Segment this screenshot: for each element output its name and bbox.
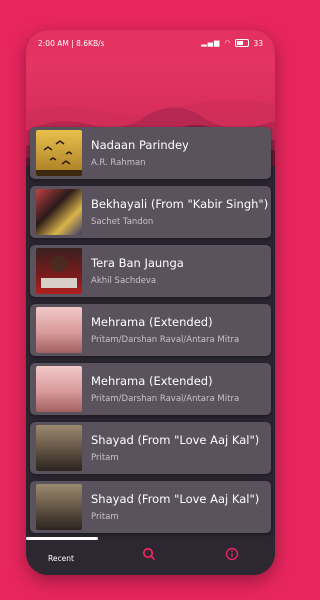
song-artist: Akhil Sachdeva bbox=[91, 276, 157, 286]
tab-recent[interactable]: Recent bbox=[48, 554, 74, 563]
song-title: Shayad (From "Love Aaj Kal") bbox=[91, 492, 260, 506]
info-icon[interactable] bbox=[225, 547, 239, 561]
status-bar: 2:00 AM | 8.6KB/s ▂▄▆ ◠ 33 bbox=[26, 30, 275, 56]
song-artist: Pritam/Darshan Raval/Antara Mitra bbox=[91, 394, 240, 404]
kabir-singh-art bbox=[41, 256, 77, 288]
album-art bbox=[36, 307, 82, 353]
song-title: Mehrama (Extended) bbox=[91, 374, 213, 388]
bottom-nav: Recent bbox=[26, 537, 275, 575]
song-card-6[interactable]: Shayad (From "Love Aaj Kal") Pritam bbox=[30, 422, 271, 474]
song-card-7[interactable]: Shayad (From "Love Aaj Kal") Pritam bbox=[30, 481, 271, 533]
song-list: Nadaan Parindey A.R. Rahman Bekhayali (F… bbox=[26, 125, 275, 565]
album-art bbox=[36, 189, 82, 235]
song-card-1[interactable]: Nadaan Parindey A.R. Rahman bbox=[30, 127, 271, 179]
battery-percent: 33 bbox=[253, 38, 263, 48]
song-title: Tera Ban Jaunga bbox=[91, 256, 184, 270]
status-time: 2:00 AM | 8.6KB/s bbox=[38, 38, 105, 48]
signal-icon: ▂▄▆ bbox=[201, 39, 221, 47]
song-artist: Pritam bbox=[91, 512, 119, 522]
song-card-3[interactable]: Tera Ban Jaunga Akhil Sachdeva bbox=[30, 245, 271, 297]
song-card-2[interactable]: Bekhayali (From "Kabir Singh") Sachet Ta… bbox=[30, 186, 271, 238]
song-card-4[interactable]: Mehrama (Extended) Pritam/Darshan Raval/… bbox=[30, 304, 271, 356]
album-art bbox=[36, 248, 82, 294]
song-title: Nadaan Parindey bbox=[91, 138, 189, 152]
tab-indicator bbox=[26, 537, 98, 540]
battery-icon bbox=[235, 39, 250, 47]
phone-screen: 2:00 AM | 8.6KB/s ▂▄▆ ◠ 33 Nadaan Parind… bbox=[26, 30, 275, 575]
album-art bbox=[36, 425, 82, 471]
search-icon[interactable] bbox=[142, 547, 156, 561]
song-artist: Pritam/Darshan Raval/Antara Mitra bbox=[91, 335, 240, 345]
album-art bbox=[36, 130, 82, 176]
album-art bbox=[36, 366, 82, 412]
wifi-icon: ◠ bbox=[224, 39, 232, 47]
song-artist: Sachet Tandon bbox=[91, 217, 154, 227]
song-title: Mehrama (Extended) bbox=[91, 315, 213, 329]
song-artist: A.R. Rahman bbox=[91, 158, 146, 168]
song-card-5[interactable]: Mehrama (Extended) Pritam/Darshan Raval/… bbox=[30, 363, 271, 415]
album-art bbox=[36, 484, 82, 530]
status-right: ▂▄▆ ◠ 33 bbox=[201, 39, 263, 48]
song-title: Bekhayali (From "Kabir Singh") bbox=[91, 197, 269, 211]
song-artist: Pritam bbox=[91, 453, 119, 463]
song-title: Shayad (From "Love Aaj Kal") bbox=[91, 433, 260, 447]
birds-image bbox=[36, 140, 82, 176]
